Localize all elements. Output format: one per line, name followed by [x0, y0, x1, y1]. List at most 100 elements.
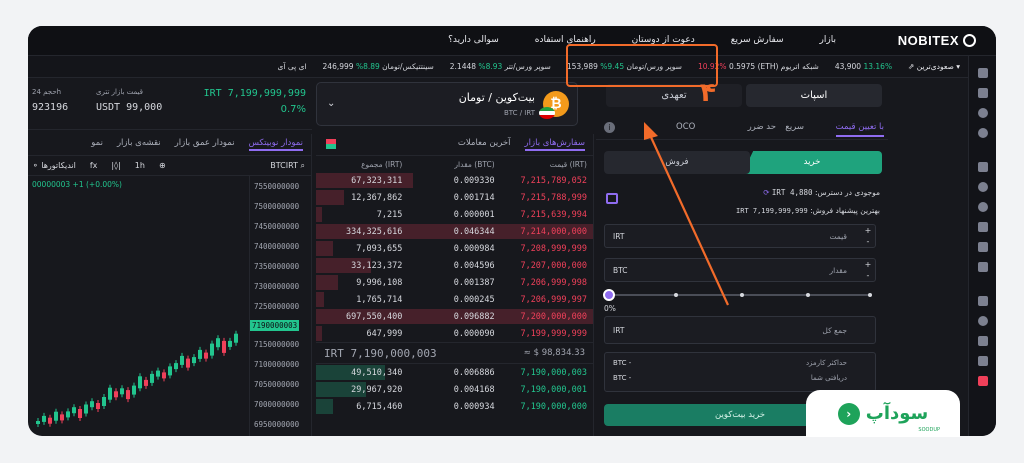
orders-icon[interactable]: [977, 128, 988, 138]
profile-icon[interactable]: [977, 296, 988, 306]
tab-market-orders[interactable]: سفارش‌های بازار: [524, 138, 585, 151]
cell-total: 29,967,920: [351, 384, 403, 395]
watermark-name: سودآپ: [865, 403, 929, 424]
axis-tick: 7250000000: [254, 302, 300, 311]
cell-price: 7,215,639,994: [520, 209, 587, 220]
slider-handle[interactable]: [603, 289, 615, 301]
chart-icon[interactable]: [977, 162, 988, 172]
dashboard-icon[interactable]: [977, 68, 988, 78]
calendar-icon[interactable]: [977, 262, 988, 272]
candle: [186, 358, 190, 368]
last-price: IRT 7,199,999,999: [203, 88, 306, 99]
amount-field[interactable]: BTC مقدار + -: [604, 258, 876, 282]
cell-price: 7,190,000,003: [520, 367, 587, 378]
nav-item-market[interactable]: بازار: [820, 35, 836, 45]
col-total: مجموع (IRT): [361, 159, 403, 169]
ticker-item[interactable]: سوپر ورس/تتر 8.93% 2.1448: [450, 62, 551, 71]
orderbook-header: مجموع (IRT) مقدار (BTC) قیمت (IRT): [316, 156, 593, 172]
cell-amount: 0.006886: [453, 367, 495, 378]
history-icon[interactable]: [977, 182, 988, 192]
settings-icon[interactable]: [977, 356, 988, 366]
security-icon[interactable]: [977, 316, 988, 326]
ask-row[interactable]: 33,123,372 0.004596 7,207,000,000: [316, 257, 593, 274]
tab-oco[interactable]: OCO: [676, 122, 695, 132]
candle: [210, 343, 214, 356]
tab-margin[interactable]: تعهدی: [606, 84, 742, 107]
amount-slider[interactable]: [603, 289, 872, 301]
tab-last-trades[interactable]: آخرین معاملات: [458, 138, 511, 151]
axis-tick: 7000000000: [254, 400, 300, 409]
ask-row[interactable]: 1,765,714 0.000245 7,206,999,997: [316, 291, 593, 308]
cell-total: 49,510,340: [351, 367, 403, 378]
ask-row[interactable]: 647,999 0.000090 7,199,999,999: [316, 325, 593, 342]
info-icon[interactable]: i: [604, 122, 615, 133]
best-offer: بهترین پیشنهاد فروش: IRT 7,199,999,999: [736, 206, 880, 215]
earn-icon[interactable]: [977, 202, 988, 212]
price-field[interactable]: IRT قیمت + -: [604, 224, 876, 248]
compare-icon[interactable]: |◊|: [111, 161, 120, 170]
ask-row[interactable]: 67,323,311 0.009330 7,215,789,052: [316, 172, 593, 189]
tab-limit[interactable]: با تعیین قیمت: [835, 122, 884, 137]
cell-price: 7,215,789,052: [520, 175, 587, 186]
price-decrement[interactable]: -: [863, 237, 873, 247]
ask-row[interactable]: 334,325,616 0.046344 7,214,000,000: [316, 223, 593, 240]
ask-row[interactable]: 7,093,655 0.000984 7,208,999,999: [316, 240, 593, 257]
tab-market[interactable]: سریع: [785, 122, 804, 132]
sell-toggle[interactable]: فروش: [604, 151, 750, 174]
add-icon[interactable]: ⊕: [159, 161, 166, 170]
cell-price: 7,190,000,000: [520, 401, 587, 412]
ask-row[interactable]: 9,996,108 0.001387 7,206,999,998: [316, 274, 593, 291]
cell-amount: 0.000984: [453, 243, 495, 254]
symbol-search[interactable]: BTCIRT ⌕: [270, 161, 305, 171]
bid-row[interactable]: 49,510,340 0.006886 7,190,000,003: [316, 364, 593, 381]
mail-icon[interactable]: [977, 336, 988, 346]
nav-item-questions[interactable]: سوالی دارید؟: [448, 35, 499, 45]
ticker-item[interactable]: 13.16% 43,900: [835, 62, 892, 71]
crown-icon[interactable]: [977, 242, 988, 252]
ticker-item[interactable]: ای پی آی: [278, 62, 307, 71]
rocket-icon[interactable]: [977, 222, 988, 232]
wallet-icon[interactable]: [977, 88, 988, 98]
refresh-icon[interactable]: ⟳: [763, 188, 769, 197]
tab-nobitex-chart[interactable]: نمودار نوبیتکس: [248, 138, 303, 151]
axis-tick: 7100000000: [254, 360, 300, 369]
buy-toggle[interactable]: خرید: [742, 151, 882, 174]
bid-row[interactable]: 6,715,460 0.000934 7,190,000,000: [316, 398, 593, 415]
amount-increment[interactable]: +: [863, 260, 873, 270]
market-stats: IRT 7,199,999,999 0.7% قیمت بازار تتری U…: [28, 78, 312, 130]
ticker-item[interactable]: سینتتیکس/تومان 8.89% 246,999: [323, 62, 434, 71]
available-balance: موجودی در دسترس: IRT 4,880 ⟳: [763, 188, 880, 197]
order-type-tabs: با تعیین قیمت سریع حد ضرر OCO i: [596, 118, 888, 140]
indicators-button[interactable]: ⚬ اندیکاتورها: [32, 161, 76, 170]
tab-spot[interactable]: اسپات: [746, 84, 882, 107]
deposit-icon[interactable]: [606, 193, 618, 204]
tab-more[interactable]: نمو: [91, 138, 103, 151]
ask-row[interactable]: 7,215 0.000001 7,215,639,994: [316, 206, 593, 223]
cell-total: 7,093,655: [356, 243, 403, 254]
ticker-filter-dropdown[interactable]: ▾ صعودی‌ترین ⇗: [908, 62, 960, 71]
candlestick-chart[interactable]: [28, 176, 250, 436]
candle: [174, 363, 178, 370]
pair-selector[interactable]: ₿ بیت‌کوین / تومان BTC / IRT ⌄: [316, 82, 578, 126]
orderbook-layout-icon[interactable]: [326, 139, 336, 149]
amount-decrement[interactable]: -: [863, 271, 873, 281]
total-field[interactable]: IRT جمع کل: [604, 316, 876, 344]
candle: [114, 391, 118, 398]
logout-icon[interactable]: [977, 376, 988, 386]
bid-row[interactable]: 29,967,920 0.004168 7,190,000,001: [316, 381, 593, 398]
tab-market-map[interactable]: نقشه‌ی بازار: [117, 138, 161, 151]
interval-button[interactable]: 1h: [135, 161, 145, 170]
nav-item-quick-order[interactable]: سفارش سریع: [731, 35, 784, 45]
fx-button[interactable]: fx: [90, 161, 98, 170]
cell-amount: 0.000934: [453, 401, 495, 412]
nobitex-logo[interactable]: NOBITEX: [898, 33, 976, 48]
ask-row[interactable]: 12,367,862 0.001714 7,215,788,999: [316, 189, 593, 206]
price-increment[interactable]: +: [863, 226, 873, 236]
ask-row[interactable]: 697,550,400 0.096882 7,200,000,000: [316, 308, 593, 325]
price-axis: 7550000000 7500000000 7450000000 7400000…: [249, 176, 311, 436]
market-icon[interactable]: [977, 108, 988, 118]
mid-price: IRT 7,190,000,003: [324, 346, 437, 360]
tab-depth-chart[interactable]: نمودار عمق بازار: [175, 138, 235, 151]
tab-stop-loss[interactable]: حد ضرر: [748, 122, 776, 132]
candle: [180, 355, 184, 365]
